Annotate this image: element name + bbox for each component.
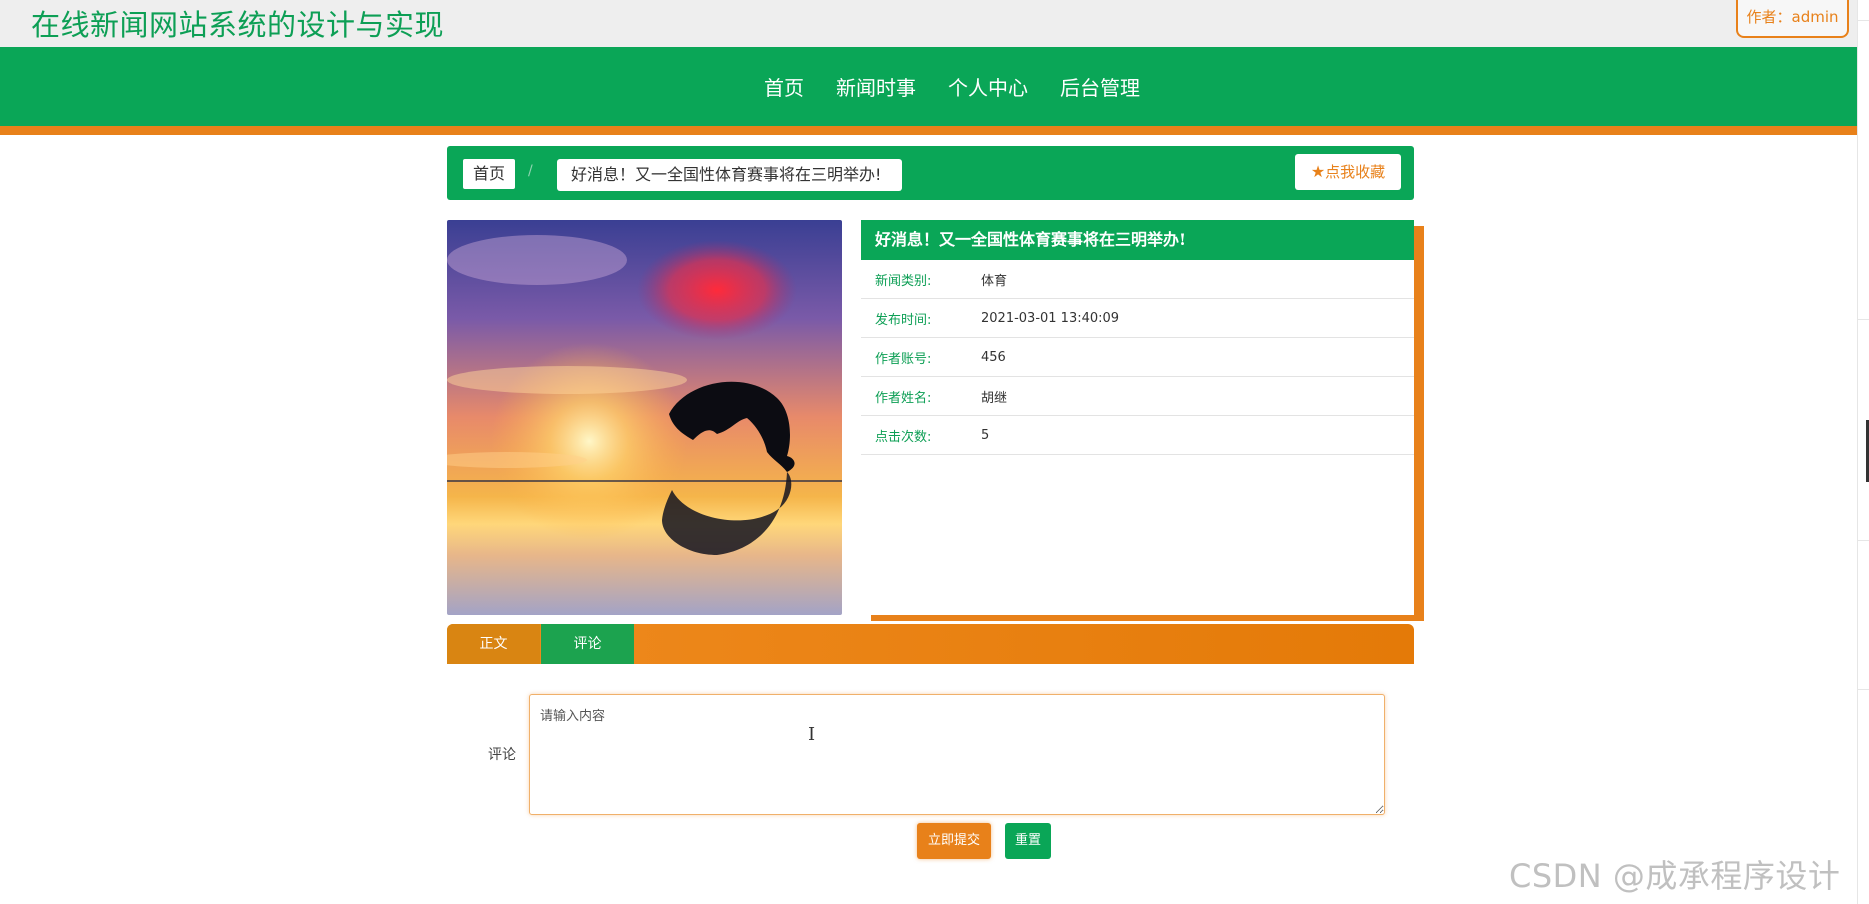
author-name-value: 胡继 xyxy=(981,390,1008,406)
reset-button[interactable]: 重置 xyxy=(1005,823,1051,859)
nav-item-news[interactable]: 新闻时事 xyxy=(836,72,916,101)
info-row-click-count: 点击次数: 5 xyxy=(861,416,1414,455)
star-icon: ★ xyxy=(1310,162,1326,181)
content-tabs: 正文 评论 xyxy=(447,624,1414,664)
info-row-author-name: 作者姓名: 胡继 xyxy=(861,377,1414,416)
info-row-category: 新闻类别: 体育 xyxy=(861,260,1414,299)
news-info-panel: 好消息！又一全国性体育赛事将在三明举办! 新闻类别: 体育 发布时间: 2021… xyxy=(861,220,1414,615)
favorite-label: 点我收藏 xyxy=(1325,163,1386,181)
nav-menu: 首页 新闻时事 个人中心 后台管理 xyxy=(0,47,1858,126)
tab-comments[interactable]: 评论 xyxy=(541,624,634,664)
nav-item-home[interactable]: 首页 xyxy=(764,72,804,101)
breadcrumb: 首页 / 好消息！又一全国性体育赛事将在三明举办! ★点我收藏 xyxy=(447,146,1414,200)
news-title: 好消息！又一全国性体育赛事将在三明举办! xyxy=(861,220,1414,260)
author-badge[interactable]: 作者：admin xyxy=(1736,0,1849,38)
publish-time-label: 发布时间: xyxy=(875,312,932,328)
author-name-label: 作者姓名: xyxy=(875,390,932,406)
author-account-label: 作者账号: xyxy=(875,351,932,367)
top-bar: 在线新闻网站系统的设计与实现 作者：admin xyxy=(0,0,1858,47)
comment-input[interactable] xyxy=(529,694,1385,815)
category-value: 体育 xyxy=(981,273,1008,289)
main-navbar: 首页 新闻时事 个人中心 后台管理 xyxy=(0,47,1858,126)
info-row-publish-time: 发布时间: 2021-03-01 13:40:09 xyxy=(861,299,1414,338)
news-image xyxy=(447,220,842,615)
click-count-label: 点击次数: xyxy=(875,429,932,445)
side-panel-edge-lower xyxy=(1857,540,1869,690)
navbar-accent-stripe xyxy=(0,126,1858,135)
nav-item-admin[interactable]: 后台管理 xyxy=(1060,72,1140,101)
category-label: 新闻类别: xyxy=(875,273,932,289)
breadcrumb-home-link[interactable]: 首页 xyxy=(463,159,516,189)
submit-button[interactable]: 立即提交 xyxy=(917,823,991,859)
breadcrumb-current: 好消息！又一全国性体育赛事将在三明举办! xyxy=(557,159,902,191)
tab-body[interactable]: 正文 xyxy=(447,624,540,664)
publish-time-value: 2021-03-01 13:40:09 xyxy=(981,310,1120,326)
site-title: 在线新闻网站系统的设计与实现 xyxy=(31,8,445,42)
nav-item-personal-center[interactable]: 个人中心 xyxy=(948,72,1028,101)
dolphin-sunset-image xyxy=(447,220,842,615)
favorite-button[interactable]: ★点我收藏 xyxy=(1295,154,1401,190)
side-panel-edge xyxy=(1857,20,1869,320)
info-row-author-account: 作者账号: 456 xyxy=(861,338,1414,377)
comment-label: 评论 xyxy=(488,747,516,763)
click-count-value: 5 xyxy=(981,427,990,443)
text-cursor-icon: I xyxy=(808,724,816,745)
watermark: CSDN @成承程序设计 xyxy=(1509,857,1841,895)
breadcrumb-separator: / xyxy=(528,163,533,179)
author-account-value: 456 xyxy=(981,349,1006,365)
